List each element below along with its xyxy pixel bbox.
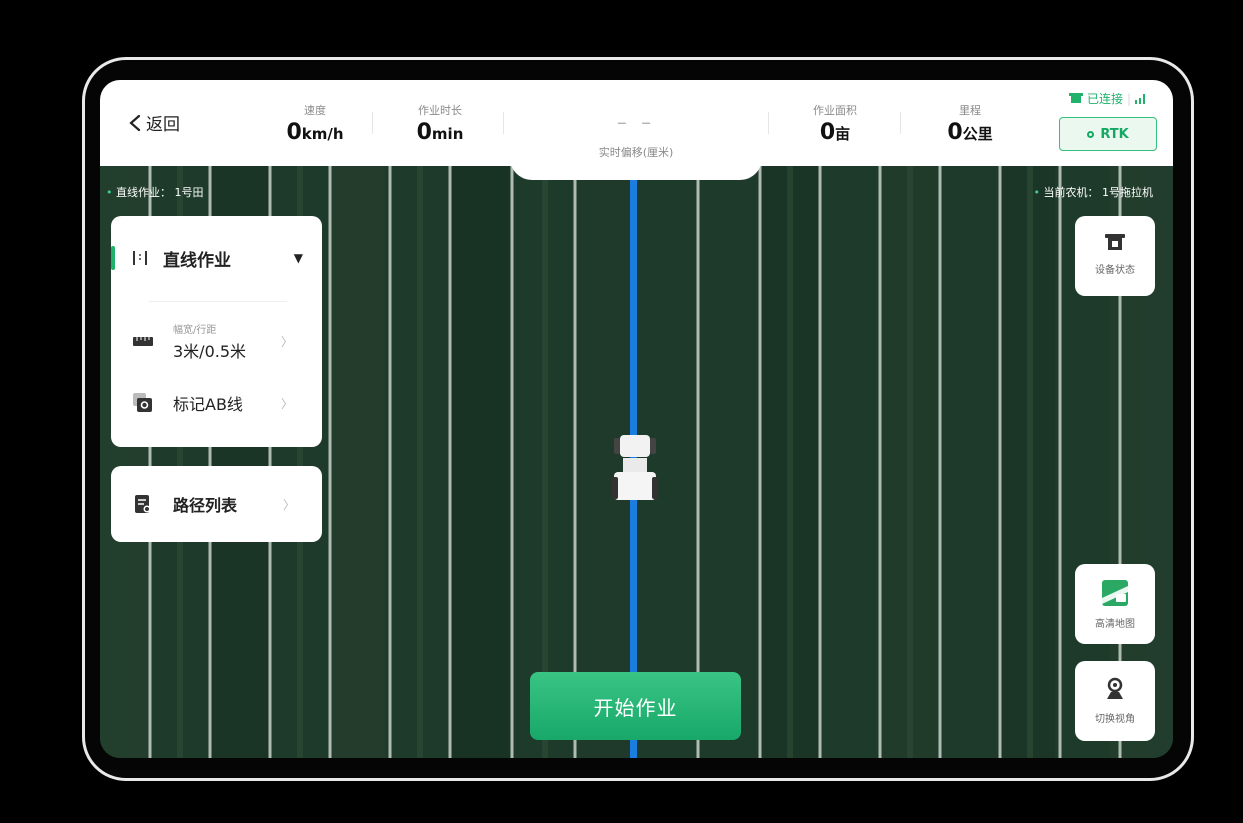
tractor-icon — [1105, 234, 1125, 250]
signal-bars-icon — [1135, 93, 1145, 104]
device-status-button[interactable]: 设备状态 — [1075, 216, 1155, 296]
mode-title: 直线作业 — [163, 250, 231, 271]
mark-ab-label: 标记AB线 — [173, 395, 243, 414]
mode-label: 直线作业： — [116, 186, 171, 199]
path-list-label: 路径列表 — [173, 496, 238, 515]
path-list-panel[interactable]: 路径列表 〉 — [111, 466, 322, 542]
hd-map-button[interactable]: 高清地图 — [1075, 564, 1155, 644]
offset-value: – – — [616, 110, 656, 134]
ruler-icon — [133, 337, 153, 346]
device-status-label: 设备状态 — [1095, 265, 1135, 276]
area-metric: 作业面积 0亩 — [790, 102, 880, 145]
offset-label: 实时偏移(厘米) — [598, 146, 674, 159]
status-dot: • — [1033, 186, 1041, 199]
switch-view-label: 切换视角 — [1095, 714, 1135, 725]
width-label: 幅宽/行距 — [173, 324, 217, 336]
field-info: • 直线作业： 1号田 — [106, 184, 204, 200]
start-work-button[interactable]: 开始作业 — [530, 672, 741, 740]
map-icon — [1102, 580, 1128, 606]
speed-metric: 速度 0km/h — [270, 102, 360, 145]
area-value: 0 — [819, 120, 836, 145]
chevron-right-icon: 〉 — [282, 497, 295, 512]
area-label: 作业面积 — [813, 104, 857, 117]
document-icon — [135, 495, 151, 513]
mode-dropdown[interactable]: 直线作业 ▼ — [131, 246, 311, 271]
field-name: 1号田 — [174, 186, 204, 199]
area-unit: 亩 — [835, 125, 851, 143]
rtk-button[interactable]: RTK — [1059, 117, 1157, 151]
hd-map-label: 高清地图 — [1095, 619, 1135, 630]
mileage-label: 里程 — [959, 104, 981, 117]
path-list-item[interactable]: 路径列表 〉 — [135, 491, 315, 517]
tractor-name: 1号拖拉机 — [1102, 186, 1153, 199]
mileage-metric: 里程 0公里 — [920, 102, 1020, 145]
mark-ab-line-item[interactable]: 标记AB线 〉 — [133, 390, 313, 416]
divider — [768, 112, 769, 134]
location-pin-icon — [133, 393, 152, 412]
back-label: 返回 — [146, 115, 180, 135]
duration-label: 作业时长 — [418, 104, 462, 117]
connection-label: 已连接 — [1086, 92, 1123, 106]
rtk-status-icon — [1087, 130, 1095, 138]
divider: | — [1126, 91, 1131, 106]
switch-view-button[interactable]: 切换视角 — [1075, 661, 1155, 741]
connection-status: 已连接 | — [1068, 90, 1147, 107]
speed-label: 速度 — [304, 104, 326, 117]
speed-value: 0 — [286, 120, 302, 145]
offset-readout: – – 实时偏移(厘米) — [510, 80, 762, 180]
tractor-info: • 当前农机： 1号拖拉机 — [1034, 184, 1154, 200]
chevron-right-icon: 〉 — [280, 334, 293, 349]
status-dot: • — [106, 186, 113, 199]
divider — [503, 112, 504, 134]
duration-unit: min — [431, 125, 464, 143]
back-button[interactable]: 返回 — [128, 110, 180, 135]
active-indicator — [111, 246, 115, 270]
duration-metric: 作业时长 0min — [395, 102, 485, 145]
chevron-right-icon: 〉 — [280, 396, 293, 411]
person-pin-icon — [1107, 677, 1123, 699]
mileage-unit: 公里 — [962, 125, 993, 143]
tractor-label: 当前农机： — [1043, 186, 1099, 199]
divider — [372, 112, 373, 134]
width-setting[interactable]: 幅宽/行距 3米/0.5米 〉 — [133, 321, 313, 361]
straight-line-icon — [133, 251, 147, 265]
chevron-left-icon — [129, 114, 141, 131]
speed-unit: km/h — [301, 125, 344, 143]
mileage-value: 0 — [947, 120, 963, 145]
work-mode-panel: 直线作业 ▼ 幅宽/行距 3米/0.5米 〉 标记AB线 〉 — [111, 216, 322, 447]
tractor-icon — [1068, 92, 1083, 103]
divider — [149, 301, 287, 302]
app-screen: 返回 速度 0km/h 作业时长 0min 作业面积 0亩 里程 0公里 已连接… — [100, 80, 1173, 758]
duration-value: 0 — [416, 120, 432, 145]
width-value: 3米/0.5米 — [173, 341, 247, 361]
rtk-label: RTK — [1100, 126, 1129, 142]
caret-down-icon: ▼ — [293, 251, 303, 265]
divider — [900, 112, 901, 134]
